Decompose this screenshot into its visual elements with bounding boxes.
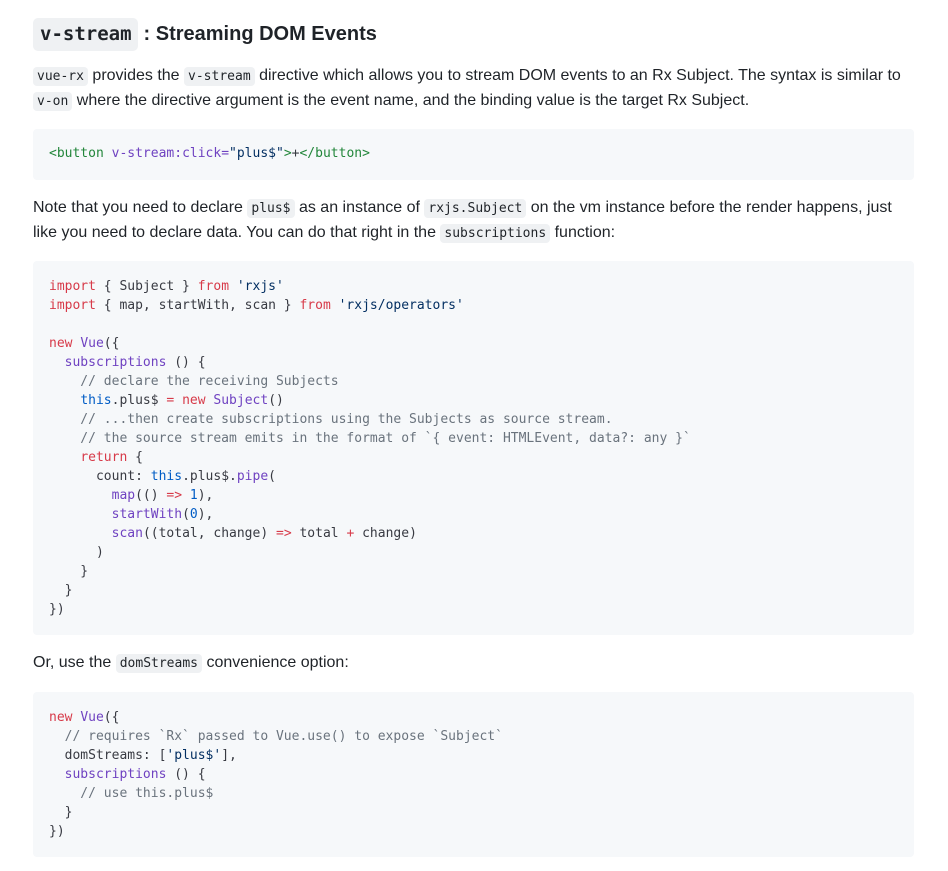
- code-line: <button v-stream:click="plus$">+</button…: [49, 146, 370, 161]
- code-block-button[interactable]: <button v-stream:click="plus$">+</button…: [33, 129, 914, 180]
- heading-text: : Streaming DOM Events: [143, 23, 377, 45]
- inline-code-v-stream: v-stream: [184, 67, 255, 86]
- intro-paragraph: vue-rx provides the v-stream directive w…: [33, 64, 914, 114]
- code-line: }): [49, 824, 65, 839]
- section-heading: v-stream : Streaming DOM Events: [33, 0, 914, 51]
- code-line: subscriptions () {: [64, 355, 206, 370]
- code-line: new Vue({: [49, 336, 120, 351]
- doc-page: v-stream : Streaming DOM Events vue-rx p…: [0, 0, 948, 857]
- code-line: // declare the receiving Subjects: [49, 374, 339, 389]
- code-line: map(() => 1),: [111, 488, 214, 503]
- code-line: // the source stream emits in the format…: [49, 431, 691, 446]
- code-line: startWith(0),: [111, 507, 214, 522]
- code-line: }: [49, 583, 73, 598]
- code-line: domStreams: ['plus$'],: [49, 748, 237, 763]
- heading-code: v-stream: [33, 17, 138, 51]
- code-line: this.plus$ = new Subject(): [80, 393, 284, 408]
- inline-code-vue-rx: vue-rx: [33, 67, 88, 86]
- inline-code-plus: plus$: [247, 199, 295, 218]
- code-line: // requires `Rx` passed to Vue.use() to …: [49, 729, 503, 744]
- code-block-subscriptions[interactable]: import { Subject } from 'rxjs' import { m…: [33, 261, 914, 635]
- code-line: // ...then create subscriptions using th…: [49, 412, 613, 427]
- inline-code-rxjs-subject: rxjs.Subject: [424, 199, 527, 218]
- code-line: import { map, startWith, scan } from 'rx…: [49, 298, 464, 313]
- inline-code-v-on: v-on: [33, 92, 73, 111]
- domstreams-paragraph: Or, use the domStreams convenience optio…: [33, 654, 349, 673]
- code-line: }: [49, 564, 89, 579]
- code-block-domstreams[interactable]: new Vue({ // requires `Rx` passed to Vue…: [33, 692, 914, 857]
- code-line: return {: [80, 450, 143, 465]
- code-line: ): [49, 545, 104, 560]
- code-line: // use this.plus$: [49, 786, 214, 801]
- code-line: scan((total, change) => total + change): [111, 526, 417, 541]
- code-line: subscriptions () {: [64, 767, 206, 782]
- inline-code-domstreams: domStreams: [115, 654, 202, 673]
- code-line: new Vue({: [49, 710, 120, 725]
- code-line: }: [49, 805, 73, 820]
- code-line: }): [49, 602, 65, 617]
- code-line: count: this.plus$.pipe(: [49, 469, 276, 484]
- declare-paragraph: Note that you need to declare plus$ as a…: [33, 199, 892, 243]
- inline-code-subscriptions: subscriptions: [440, 224, 551, 243]
- code-line: import { Subject } from 'rxjs': [49, 279, 284, 294]
